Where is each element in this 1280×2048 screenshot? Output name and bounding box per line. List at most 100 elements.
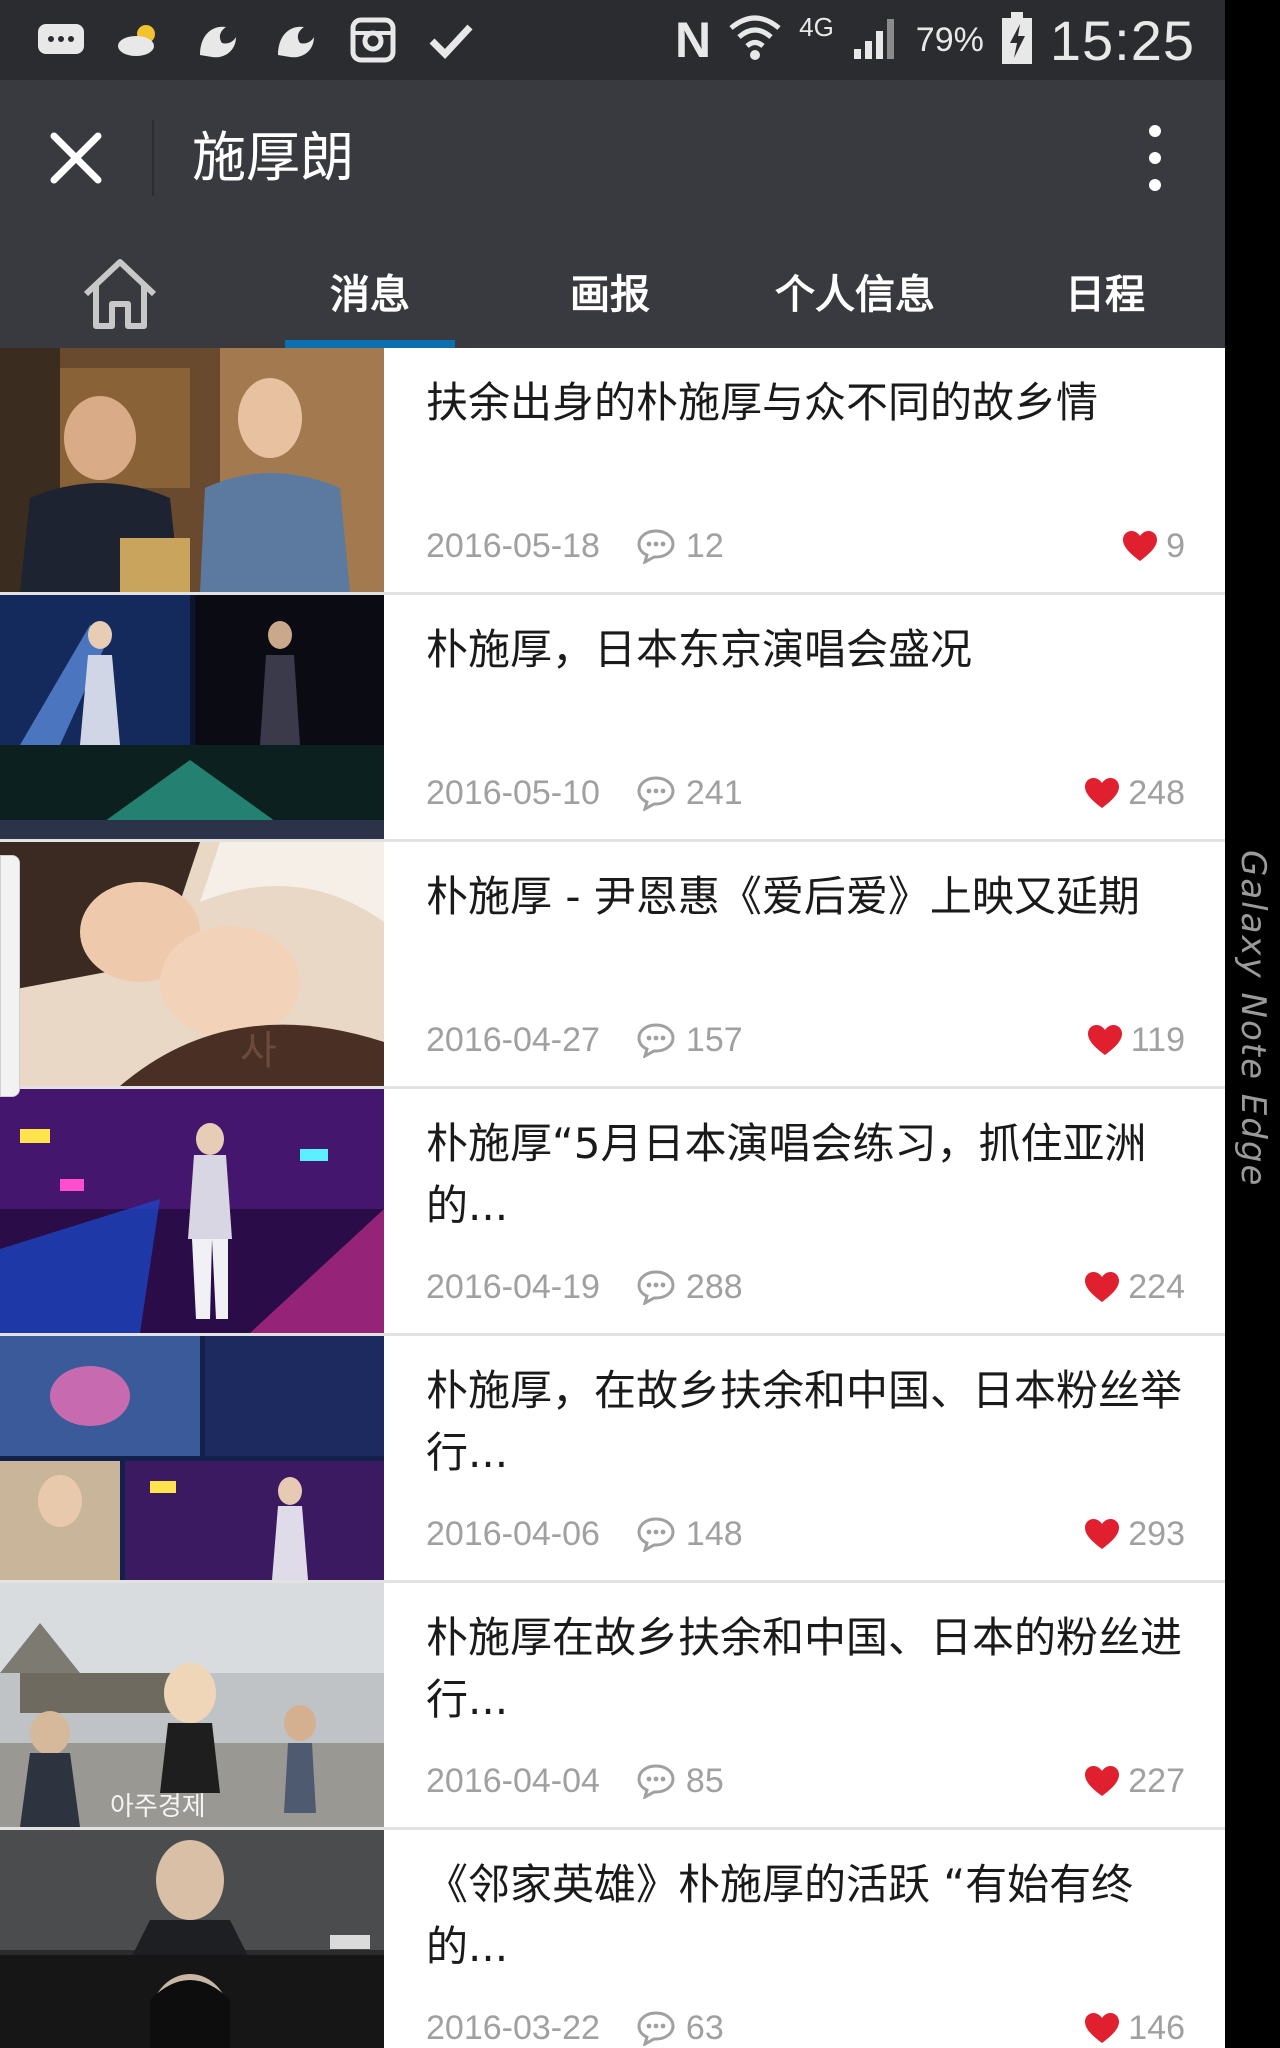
network-type: 4G bbox=[799, 12, 834, 42]
article-date: 2016-04-04 bbox=[426, 1761, 600, 1800]
more-vertical-icon bbox=[1149, 125, 1161, 191]
edge-panel-handle[interactable] bbox=[0, 855, 20, 1097]
article-meta: 2016-04-19 288 bbox=[426, 1265, 743, 1309]
article-meta: 2016-04-06 148 bbox=[426, 1512, 743, 1556]
weather-icon bbox=[114, 15, 164, 65]
tab-messages[interactable]: 消息 bbox=[285, 234, 455, 348]
svg-text:사: 사 bbox=[240, 1028, 277, 1074]
page-title: 施厚朗 bbox=[192, 126, 354, 189]
list-item[interactable]: 아주경제 朴施厚在故乡扶余和中国、日本的粉丝进行... 2016-04-04 8… bbox=[0, 1583, 1225, 1830]
tab-home[interactable] bbox=[80, 254, 160, 334]
comment-count: 288 bbox=[685, 1267, 743, 1306]
edge-panel: Galaxy Note Edge bbox=[1225, 0, 1280, 2048]
article-title: 朴施厚，在故乡扶余和中国、日本粉丝举行... bbox=[426, 1366, 1183, 1477]
heart-icon bbox=[1087, 1024, 1123, 1056]
article-meta: 2016-05-10 241 bbox=[426, 771, 743, 815]
heart-icon bbox=[1122, 530, 1158, 562]
list-item[interactable]: 扶余出身的朴施厚与众不同的故乡情 2016-05-18 12 9 bbox=[0, 348, 1225, 595]
article-meta: 2016-05-18 12 bbox=[426, 524, 724, 568]
svg-text:아주경제: 아주경제 bbox=[110, 1792, 206, 1822]
comment-count: 63 bbox=[685, 2008, 724, 2047]
comment-icon bbox=[636, 1516, 676, 1552]
heart-icon bbox=[1084, 777, 1120, 809]
like-count: 227 bbox=[1128, 1761, 1185, 1800]
article-thumbnail: 아주경제 bbox=[0, 1583, 384, 1827]
article-thumbnail bbox=[0, 1089, 384, 1333]
status-bar: N 4G 79% 15:25 bbox=[0, 0, 1225, 80]
like-count: 119 bbox=[1130, 1020, 1185, 1059]
article-thumbnail: 사 bbox=[0, 842, 384, 1086]
close-button[interactable] bbox=[38, 120, 114, 196]
signal-icon bbox=[850, 13, 900, 67]
article-title: 朴施厚 - 尹恩惠《爱后爱》上映又延期 bbox=[426, 872, 1140, 921]
article-title: 《邻家英雄》朴施厚的活跃 “有始有终的... bbox=[426, 1860, 1134, 1971]
article-meta: 2016-04-04 85 bbox=[426, 1759, 724, 1803]
instagram-icon bbox=[348, 15, 398, 65]
comment-icon bbox=[636, 528, 676, 564]
article-likes: 9 bbox=[1122, 524, 1185, 568]
tab-schedule[interactable]: 日程 bbox=[1025, 234, 1185, 348]
tab-bar: 消息 画报 个人信息 日程 bbox=[0, 234, 1225, 350]
list-item[interactable]: 사 朴施厚 - 尹恩惠《爱后爱》上映又延期 2016-04-27 157 119 bbox=[0, 842, 1225, 1089]
article-thumbnail bbox=[0, 595, 384, 839]
article-title: 扶余出身的朴施厚与众不同的故乡情 bbox=[426, 378, 1099, 427]
close-icon bbox=[50, 132, 102, 184]
article-date: 2016-04-27 bbox=[426, 1020, 600, 1059]
tab-pictorial[interactable]: 画报 bbox=[530, 234, 690, 348]
uc-browser-icon bbox=[192, 15, 242, 65]
uc-browser-icon bbox=[270, 15, 320, 65]
app-screen: N 4G 79% 15:25 施厚朗 消息 画报 个人信息 日程 扶余出身的朴施… bbox=[0, 0, 1225, 2048]
list-item[interactable]: 朴施厚，日本东京演唱会盛况 2016-05-10 241 248 bbox=[0, 595, 1225, 842]
article-date: 2016-04-19 bbox=[426, 1267, 600, 1306]
clock: 15:25 bbox=[1049, 8, 1195, 72]
comment-icon bbox=[636, 1269, 676, 1305]
article-date: 2016-05-10 bbox=[426, 773, 600, 812]
like-count: 9 bbox=[1166, 526, 1185, 565]
article-meta: 2016-03-22 63 bbox=[426, 2006, 724, 2048]
article-date: 2016-03-22 bbox=[426, 2008, 600, 2047]
article-title: 朴施厚“5月日本演唱会练习，抓住亚洲的... bbox=[426, 1119, 1147, 1230]
edge-panel-label: Galaxy Note Edge bbox=[1233, 850, 1273, 1188]
comment-count: 12 bbox=[685, 526, 724, 565]
check-icon bbox=[426, 15, 476, 65]
list-item[interactable]: 《邻家英雄》朴施厚的活跃 “有始有终的... 2016-03-22 63 146 bbox=[0, 1830, 1225, 2048]
comment-icon bbox=[636, 2010, 676, 2046]
article-likes: 248 bbox=[1084, 771, 1185, 815]
comment-icon bbox=[636, 1022, 676, 1058]
heart-icon bbox=[1084, 2012, 1120, 2044]
more-options-button[interactable] bbox=[1125, 116, 1185, 200]
article-thumbnail bbox=[0, 1830, 384, 2048]
article-date: 2016-05-18 bbox=[426, 526, 600, 565]
like-count: 293 bbox=[1128, 1514, 1185, 1553]
heart-icon bbox=[1084, 1765, 1120, 1797]
comment-count: 157 bbox=[685, 1020, 743, 1059]
comment-count: 241 bbox=[685, 773, 743, 812]
article-thumbnail bbox=[0, 1336, 384, 1580]
article-likes: 293 bbox=[1084, 1512, 1185, 1556]
tab-profile[interactable]: 个人信息 bbox=[760, 234, 950, 348]
comment-icon bbox=[636, 775, 676, 811]
nfc-icon: N bbox=[675, 12, 712, 68]
article-date: 2016-04-06 bbox=[426, 1514, 600, 1553]
home-icon bbox=[83, 259, 157, 329]
list-item[interactable]: 朴施厚，在故乡扶余和中国、日本粉丝举行... 2016-04-06 148 29… bbox=[0, 1336, 1225, 1583]
list-item[interactable]: 朴施厚“5月日本演唱会练习，抓住亚洲的... 2016-04-19 288 22… bbox=[0, 1089, 1225, 1336]
like-count: 146 bbox=[1128, 2008, 1185, 2047]
like-count: 224 bbox=[1128, 1267, 1185, 1306]
article-title: 朴施厚在故乡扶余和中国、日本的粉丝进行... bbox=[426, 1613, 1183, 1724]
comment-count: 148 bbox=[685, 1514, 743, 1553]
comment-icon bbox=[636, 1763, 676, 1799]
active-tab-indicator bbox=[285, 340, 455, 348]
article-likes: 119 bbox=[1087, 1018, 1185, 1062]
title-bar: 施厚朗 bbox=[0, 80, 1225, 234]
article-title: 朴施厚，日本东京演唱会盛况 bbox=[426, 625, 973, 674]
title-divider bbox=[152, 120, 154, 196]
like-count: 248 bbox=[1128, 773, 1185, 812]
article-meta: 2016-04-27 157 bbox=[426, 1018, 743, 1062]
comment-count: 85 bbox=[685, 1761, 724, 1800]
heart-icon bbox=[1084, 1271, 1120, 1303]
wifi-icon bbox=[727, 10, 783, 70]
article-likes: 146 bbox=[1084, 2006, 1185, 2048]
article-likes: 224 bbox=[1084, 1265, 1185, 1309]
message-icon bbox=[36, 15, 86, 65]
